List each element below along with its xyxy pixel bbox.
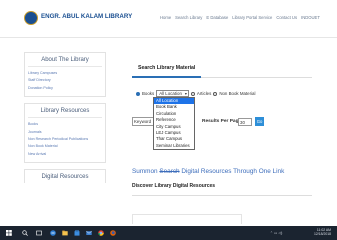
summon-rest: Digital Resources Through One Link [179,168,285,175]
sidebar-link-books[interactable]: Books [28,121,102,128]
chrome-icon[interactable] [98,230,104,236]
resources-title: Library Resources [28,108,102,119]
task-view-icon[interactable] [36,230,42,236]
radio-books[interactable] [136,91,140,96]
radio-non-book-material[interactable] [213,91,218,96]
windows-start-icon[interactable] [6,230,12,236]
site-title[interactable]: ENGR. ABUL KALAM LIBRARY [41,13,132,20]
site-header: ENGR. ABUL KALAM LIBRARY Home Search Lib… [0,0,337,38]
radio-books-label: Books [142,91,155,96]
keyword-input[interactable]: Keyword [132,117,154,126]
firefox-icon[interactable] [110,230,116,236]
sidebar: About The Library Library Campuses Staff… [24,52,106,189]
sidebar-link-library-campuses[interactable]: Library Campuses [28,70,102,77]
search-type-row: Books All Location Articles Non Book Mat… [136,90,255,97]
summon-struck-word: Search [159,168,180,175]
digital-title: Digital Resources [41,174,89,181]
location-select[interactable]: All Location [156,90,189,97]
about-title: About The Library [28,57,102,67]
clock-date: 12/18/2018 [314,232,331,237]
search-icon[interactable] [22,230,28,236]
location-option-seminar-libraries[interactable]: Seminar Libraries [154,143,194,149]
nav-search-library[interactable]: Search Library [175,15,202,20]
nav-indouet[interactable]: INDOUET [301,15,320,20]
mail-icon[interactable] [86,230,92,236]
library-logo-icon[interactable] [24,11,38,25]
discover-tab-strip: Discover Library Digital Resources [132,180,312,196]
radio-non-book-label: Non Book Material [219,91,256,96]
sidebar-link-new-arrival[interactable]: New Arrival [28,151,102,158]
nav-contact-us[interactable]: Contact Us [276,15,297,20]
store-icon[interactable] [74,230,80,236]
clock[interactable]: 11:02 AM 12/18/2018 [314,228,331,237]
sidebar-link-journals[interactable]: Journals [28,129,102,136]
nav-e-database[interactable]: E Database [206,15,228,20]
summon-prefix: Summon [132,168,158,175]
file-explorer-icon[interactable] [62,230,68,236]
nav-home[interactable]: Home [160,15,171,20]
about-panel: About The Library Library Campuses Staff… [24,52,106,98]
radio-articles-label: Articles [196,91,212,96]
tab-search-library-material[interactable]: Search Library Material [132,60,202,78]
results-per-page-select[interactable]: 30 [238,118,252,126]
edge-browser-icon[interactable] [50,230,56,236]
results-per-page-label: Results Per Page [202,119,242,124]
top-navigation: Home Search Library E Database Library P… [160,15,320,20]
radio-articles[interactable] [190,91,195,96]
search-tab-strip: Search Library Material [132,60,312,78]
nav-library-portal-service[interactable]: Library Portal Service [232,15,272,20]
resources-panel: Library Resources Books Journals Non Res… [24,103,106,164]
sidebar-link-staff-directory[interactable]: Staff Directory [28,77,102,84]
sidebar-link-periodical-publications[interactable]: Non Research Periodical Publications [28,136,102,143]
digital-resources-content [132,214,242,224]
tab-discover-digital-resources[interactable]: Discover Library Digital Resources [132,183,215,189]
windows-taskbar: ⌃ ▭ ◁) 11:02 AM 12/18/2018 [0,226,337,240]
sidebar-link-non-book-material[interactable]: Non Book Material [28,143,102,150]
search-section: Search Library Material Books All Locati… [132,60,312,97]
summon-heading[interactable]: Summon Search Digital Resources Through … [132,168,284,175]
system-tray-icons[interactable]: ⌃ ▭ ◁) [270,231,282,235]
location-dropdown-list: All Location Book Bank Circulation Refer… [153,97,195,151]
digital-panel: Digital Resources [24,169,106,184]
go-button[interactable]: Go [255,117,264,126]
sidebar-link-donation-policy[interactable]: Donation Policy [28,85,102,92]
